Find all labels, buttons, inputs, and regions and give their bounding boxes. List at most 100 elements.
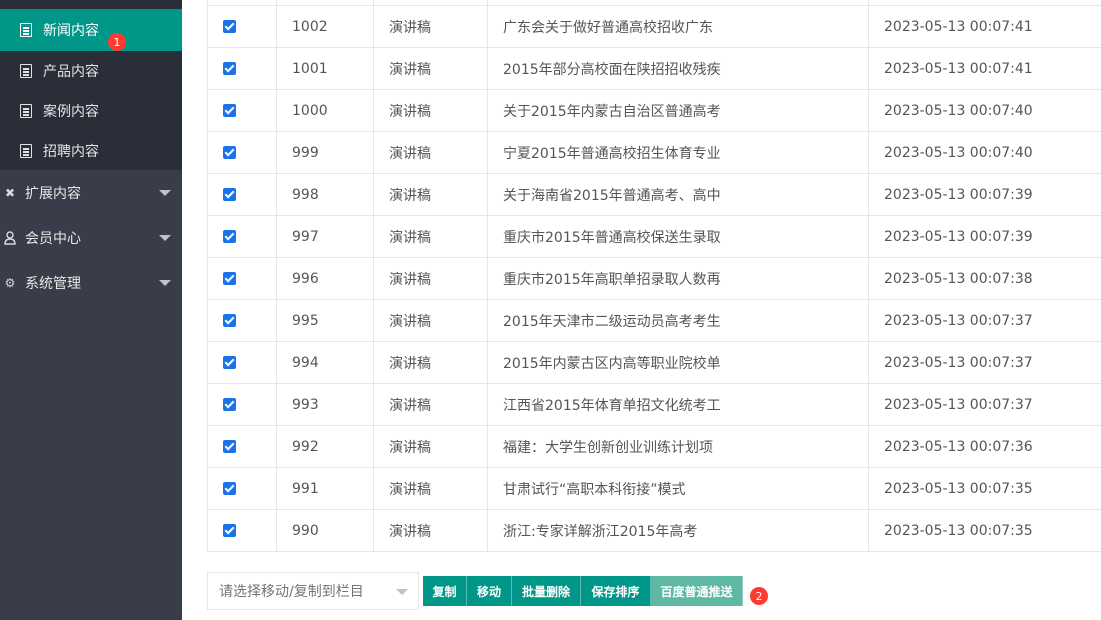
row-id: 991 <box>276 467 374 510</box>
sidebar-group-extend[interactable]: ✖ 扩展内容 <box>0 171 182 215</box>
row-id: 1000 <box>276 89 374 132</box>
row-title[interactable]: 宁夏2015年普通高校招生体育专业 <box>487 131 869 174</box>
row-time: 2023-05-13 00:07:35 <box>868 509 1101 552</box>
row-title[interactable]: 浙江:专家详解浙江2015年高考 <box>487 509 869 552</box>
row-checkbox[interactable] <box>223 104 236 117</box>
row-time: 2023-05-13 00:07:35 <box>868 467 1101 510</box>
row-title[interactable]: 重庆市2015年高职单招录取人数再 <box>487 257 869 300</box>
sidebar-item-label: 招聘内容 <box>43 144 99 160</box>
row-title[interactable]: 2015年天津市二级运动员高考考生 <box>487 299 869 342</box>
baidu-push-button[interactable]: 百度普通推送 <box>651 576 743 606</box>
row-time: 2023-05-13 00:07:41 <box>868 47 1101 90</box>
table-row: 995 演讲稿 2015年天津市二级运动员高考考生 2023-05-13 00:07:… <box>207 299 1101 342</box>
row-type: 演讲稿 <box>373 173 488 216</box>
row-id: 998 <box>276 173 374 216</box>
row-checkbox[interactable] <box>223 356 236 369</box>
row-checkbox-cell[interactable] <box>207 341 277 384</box>
row-time: 2023-05-13 00:07:41 <box>868 5 1101 48</box>
row-type: 演讲稿 <box>373 47 488 90</box>
row-time: 2023-05-13 00:07:38 <box>868 257 1101 300</box>
sidebar-item-label: 产品内容 <box>43 64 99 80</box>
row-checkbox[interactable] <box>223 272 236 285</box>
table-row: 998 演讲稿 关于海南省2015年普通高考、高中 2023-05-13 00:07:… <box>207 173 1101 216</box>
row-checkbox-cell[interactable] <box>207 299 277 342</box>
row-title[interactable]: 重庆市2015年普通高校保送生录取 <box>487 215 869 258</box>
sidebar-group-system[interactable]: ⚙ 系统管理 <box>0 261 182 305</box>
row-title[interactable]: 2015年部分高校面在陕招招收残疾 <box>487 47 869 90</box>
table-row: 999 演讲稿 宁夏2015年普通高校招生体育专业 2023-05-13 00:07:… <box>207 131 1101 174</box>
row-title[interactable]: 江西省2015年体育单招文化统考工 <box>487 383 869 426</box>
row-id: 994 <box>276 341 374 384</box>
row-type: 演讲稿 <box>373 5 488 48</box>
row-checkbox[interactable] <box>223 230 236 243</box>
row-title[interactable]: 2015年内蒙古区内高等职业院校单 <box>487 341 869 384</box>
document-icon <box>20 64 32 78</box>
table-row: 1001 演讲稿 2015年部分高校面在陕招招收残疾 2023-05-13 00:07… <box>207 47 1101 90</box>
chevron-down-icon <box>159 235 171 241</box>
select-placeholder: 请选择移动/复制到栏目 <box>219 584 364 600</box>
row-checkbox-cell[interactable] <box>207 215 277 258</box>
row-type: 演讲稿 <box>373 467 488 510</box>
sidebar-group-label: 会员中心 <box>25 231 81 247</box>
row-type: 演讲稿 <box>373 215 488 258</box>
row-id: 993 <box>276 383 374 426</box>
row-id: 1001 <box>276 47 374 90</box>
row-checkbox[interactable] <box>223 398 236 411</box>
row-checkbox-cell[interactable] <box>207 47 277 90</box>
content-area: 1002 演讲稿 广东会关于做好普通高校招收广东 2023-05-13 00:07:4… <box>182 0 1101 620</box>
row-title[interactable]: 福建：大学生创新创业训练计划项 <box>487 425 869 468</box>
sidebar-item-news[interactable]: 新闻内容 1 <box>0 9 182 51</box>
row-checkbox[interactable] <box>223 20 236 33</box>
batch-delete-button[interactable]: 批量删除 <box>512 576 581 606</box>
row-type: 演讲稿 <box>373 383 488 426</box>
row-checkbox-cell[interactable] <box>207 257 277 300</box>
row-title[interactable]: 关于海南省2015年普通高考、高中 <box>487 173 869 216</box>
row-type: 演讲稿 <box>373 89 488 132</box>
document-icon <box>20 104 32 118</box>
table-row: 1000 演讲稿 关于2015年内蒙古自治区普通高考 2023-05-13 00:07… <box>207 89 1101 132</box>
row-checkbox-cell[interactable] <box>207 131 277 174</box>
notification-badge: 2 <box>750 587 768 605</box>
row-checkbox-cell[interactable] <box>207 509 277 552</box>
row-checkbox-cell[interactable] <box>207 89 277 132</box>
row-time: 2023-05-13 00:07:40 <box>868 131 1101 174</box>
sidebar-item-cases[interactable]: 案例内容 <box>0 91 182 131</box>
row-checkbox[interactable] <box>223 314 236 327</box>
row-checkbox-cell[interactable] <box>207 5 277 48</box>
sidebar-item-products[interactable]: 产品内容 <box>0 51 182 91</box>
row-checkbox[interactable] <box>223 440 236 453</box>
sidebar: 新闻内容 1 产品内容 案例内容 招聘内容 ✖ 扩展内容 会员中心 ⚙ 系统管理 <box>0 0 182 620</box>
table-row: 991 演讲稿 甘肃试行“高职本科衔接”模式 2023-05-13 00:07:35 <box>207 467 1101 510</box>
table-row: 993 演讲稿 江西省2015年体育单招文化统考工 2023-05-13 00:07:… <box>207 383 1101 426</box>
table-row: 1002 演讲稿 广东会关于做好普通高校招收广东 2023-05-13 00:07:4… <box>207 5 1101 48</box>
row-id: 992 <box>276 425 374 468</box>
row-checkbox[interactable] <box>223 62 236 75</box>
row-checkbox[interactable] <box>223 482 236 495</box>
target-column-select[interactable]: 请选择移动/复制到栏目 <box>207 572 419 610</box>
row-time: 2023-05-13 00:07:39 <box>868 173 1101 216</box>
row-title[interactable]: 甘肃试行“高职本科衔接”模式 <box>487 467 869 510</box>
save-sort-button[interactable]: 保存排序 <box>581 576 651 606</box>
row-checkbox-cell[interactable] <box>207 173 277 216</box>
sidebar-item-jobs[interactable]: 招聘内容 <box>0 131 182 171</box>
copy-button[interactable]: 复制 <box>423 576 467 606</box>
sidebar-item-label: 案例内容 <box>43 104 99 120</box>
row-id: 1002 <box>276 5 374 48</box>
row-checkbox[interactable] <box>223 146 236 159</box>
row-id: 997 <box>276 215 374 258</box>
move-button[interactable]: 移动 <box>467 576 512 606</box>
row-type: 演讲稿 <box>373 299 488 342</box>
table-row: 994 演讲稿 2015年内蒙古区内高等职业院校单 2023-05-13 00:07:… <box>207 341 1101 384</box>
row-checkbox[interactable] <box>223 524 236 537</box>
user-icon <box>3 231 17 245</box>
gear-icon: ⚙ <box>4 276 16 290</box>
row-checkbox-cell[interactable] <box>207 425 277 468</box>
row-title[interactable]: 关于2015年内蒙古自治区普通高考 <box>487 89 869 132</box>
row-type: 演讲稿 <box>373 509 488 552</box>
row-checkbox-cell[interactable] <box>207 383 277 426</box>
row-title[interactable]: 广东会关于做好普通高校招收广东 <box>487 5 869 48</box>
sidebar-group-members[interactable]: 会员中心 <box>0 216 182 260</box>
table-row: 990 演讲稿 浙江:专家详解浙江2015年高考 2023-05-13 00:07:3… <box>207 509 1101 552</box>
row-checkbox[interactable] <box>223 188 236 201</box>
row-checkbox-cell[interactable] <box>207 467 277 510</box>
